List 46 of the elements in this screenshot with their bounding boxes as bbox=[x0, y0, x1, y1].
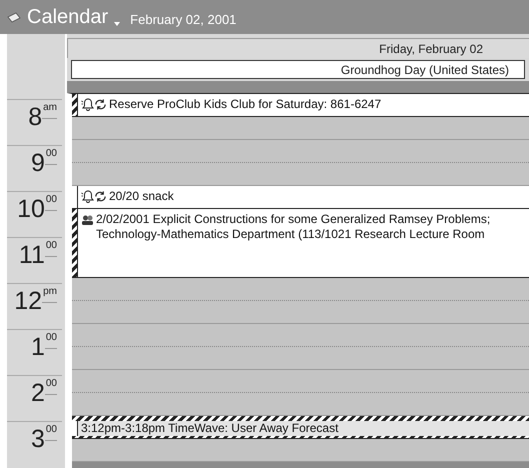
event-text: Technology-Mathematics Department (113/1021 Research Lecture Room bbox=[96, 227, 486, 242]
calendar-event[interactable]: Reserve ProClub Kids Club for Saturday: 861-6247 bbox=[72, 94, 529, 117]
time-slot[interactable] bbox=[72, 163, 529, 186]
hour-suffix: 00 bbox=[44, 240, 57, 257]
time-slot[interactable] bbox=[72, 117, 529, 140]
time-slot[interactable] bbox=[72, 370, 529, 393]
meeting-icon bbox=[81, 214, 94, 226]
hour-suffix: pm bbox=[42, 286, 57, 303]
time-slot[interactable] bbox=[72, 140, 529, 163]
hour-label: 12 bbox=[14, 286, 42, 317]
holiday-banner[interactable]: Groundhog Day (United States) bbox=[71, 60, 525, 79]
hour-suffix: 00 bbox=[44, 332, 57, 349]
hour-label: 11 bbox=[18, 240, 45, 271]
recurring-icon bbox=[94, 190, 107, 203]
event-text: 20/20 snack bbox=[109, 189, 174, 204]
time-slot[interactable] bbox=[72, 347, 529, 370]
hour-label: 1 bbox=[30, 332, 45, 363]
hour-label: 10 bbox=[17, 194, 45, 225]
bell-icon bbox=[81, 98, 94, 111]
recurring-icon bbox=[94, 98, 107, 111]
hour-label: 8 bbox=[28, 102, 42, 133]
hour-suffix: 00 bbox=[44, 378, 57, 395]
calendar-icon bbox=[7, 12, 21, 24]
event-text: 2/02/2001 Explicit Constructions for some Generalized Ramsey Problems; bbox=[96, 212, 490, 227]
calendar-event[interactable]: 3:12pm-3:18pm TimeWave: User Away Forecast bbox=[72, 416, 529, 439]
bell-icon bbox=[81, 190, 94, 203]
time-slot[interactable] bbox=[72, 278, 529, 301]
time-slot[interactable] bbox=[72, 393, 529, 416]
hour-label: 9 bbox=[30, 148, 45, 179]
hour-suffix: am bbox=[42, 102, 57, 119]
event-text: Reserve ProClub Kids Club for Saturday: 861-6247 bbox=[109, 97, 382, 112]
hour-label: 3 bbox=[30, 424, 45, 455]
time-slot[interactable] bbox=[72, 324, 529, 347]
hour-label: 2 bbox=[30, 378, 45, 409]
header-title: Calendar bbox=[27, 6, 108, 28]
hour-suffix: 00 bbox=[44, 148, 57, 165]
day-header[interactable]: Friday, February 02 bbox=[67, 38, 529, 58]
calendar-event[interactable]: 20/20 snack bbox=[72, 186, 529, 209]
time-slot[interactable] bbox=[72, 439, 529, 462]
header-date: February 02, 2001 bbox=[130, 12, 236, 28]
hour-suffix: 00 bbox=[44, 424, 57, 441]
dropdown-icon[interactable] bbox=[114, 22, 120, 26]
calendar-event[interactable]: 2/02/2001 Explicit Constructions for some Generalized Ramsey Problems; Technology-Mathematics Department (113/1021 Research Lecture Room bbox=[72, 209, 529, 278]
event-text: 3:12pm-3:18pm TimeWave: User Away Forecast bbox=[81, 421, 338, 436]
hour-suffix: 00 bbox=[44, 194, 57, 211]
time-slot[interactable] bbox=[72, 301, 529, 324]
